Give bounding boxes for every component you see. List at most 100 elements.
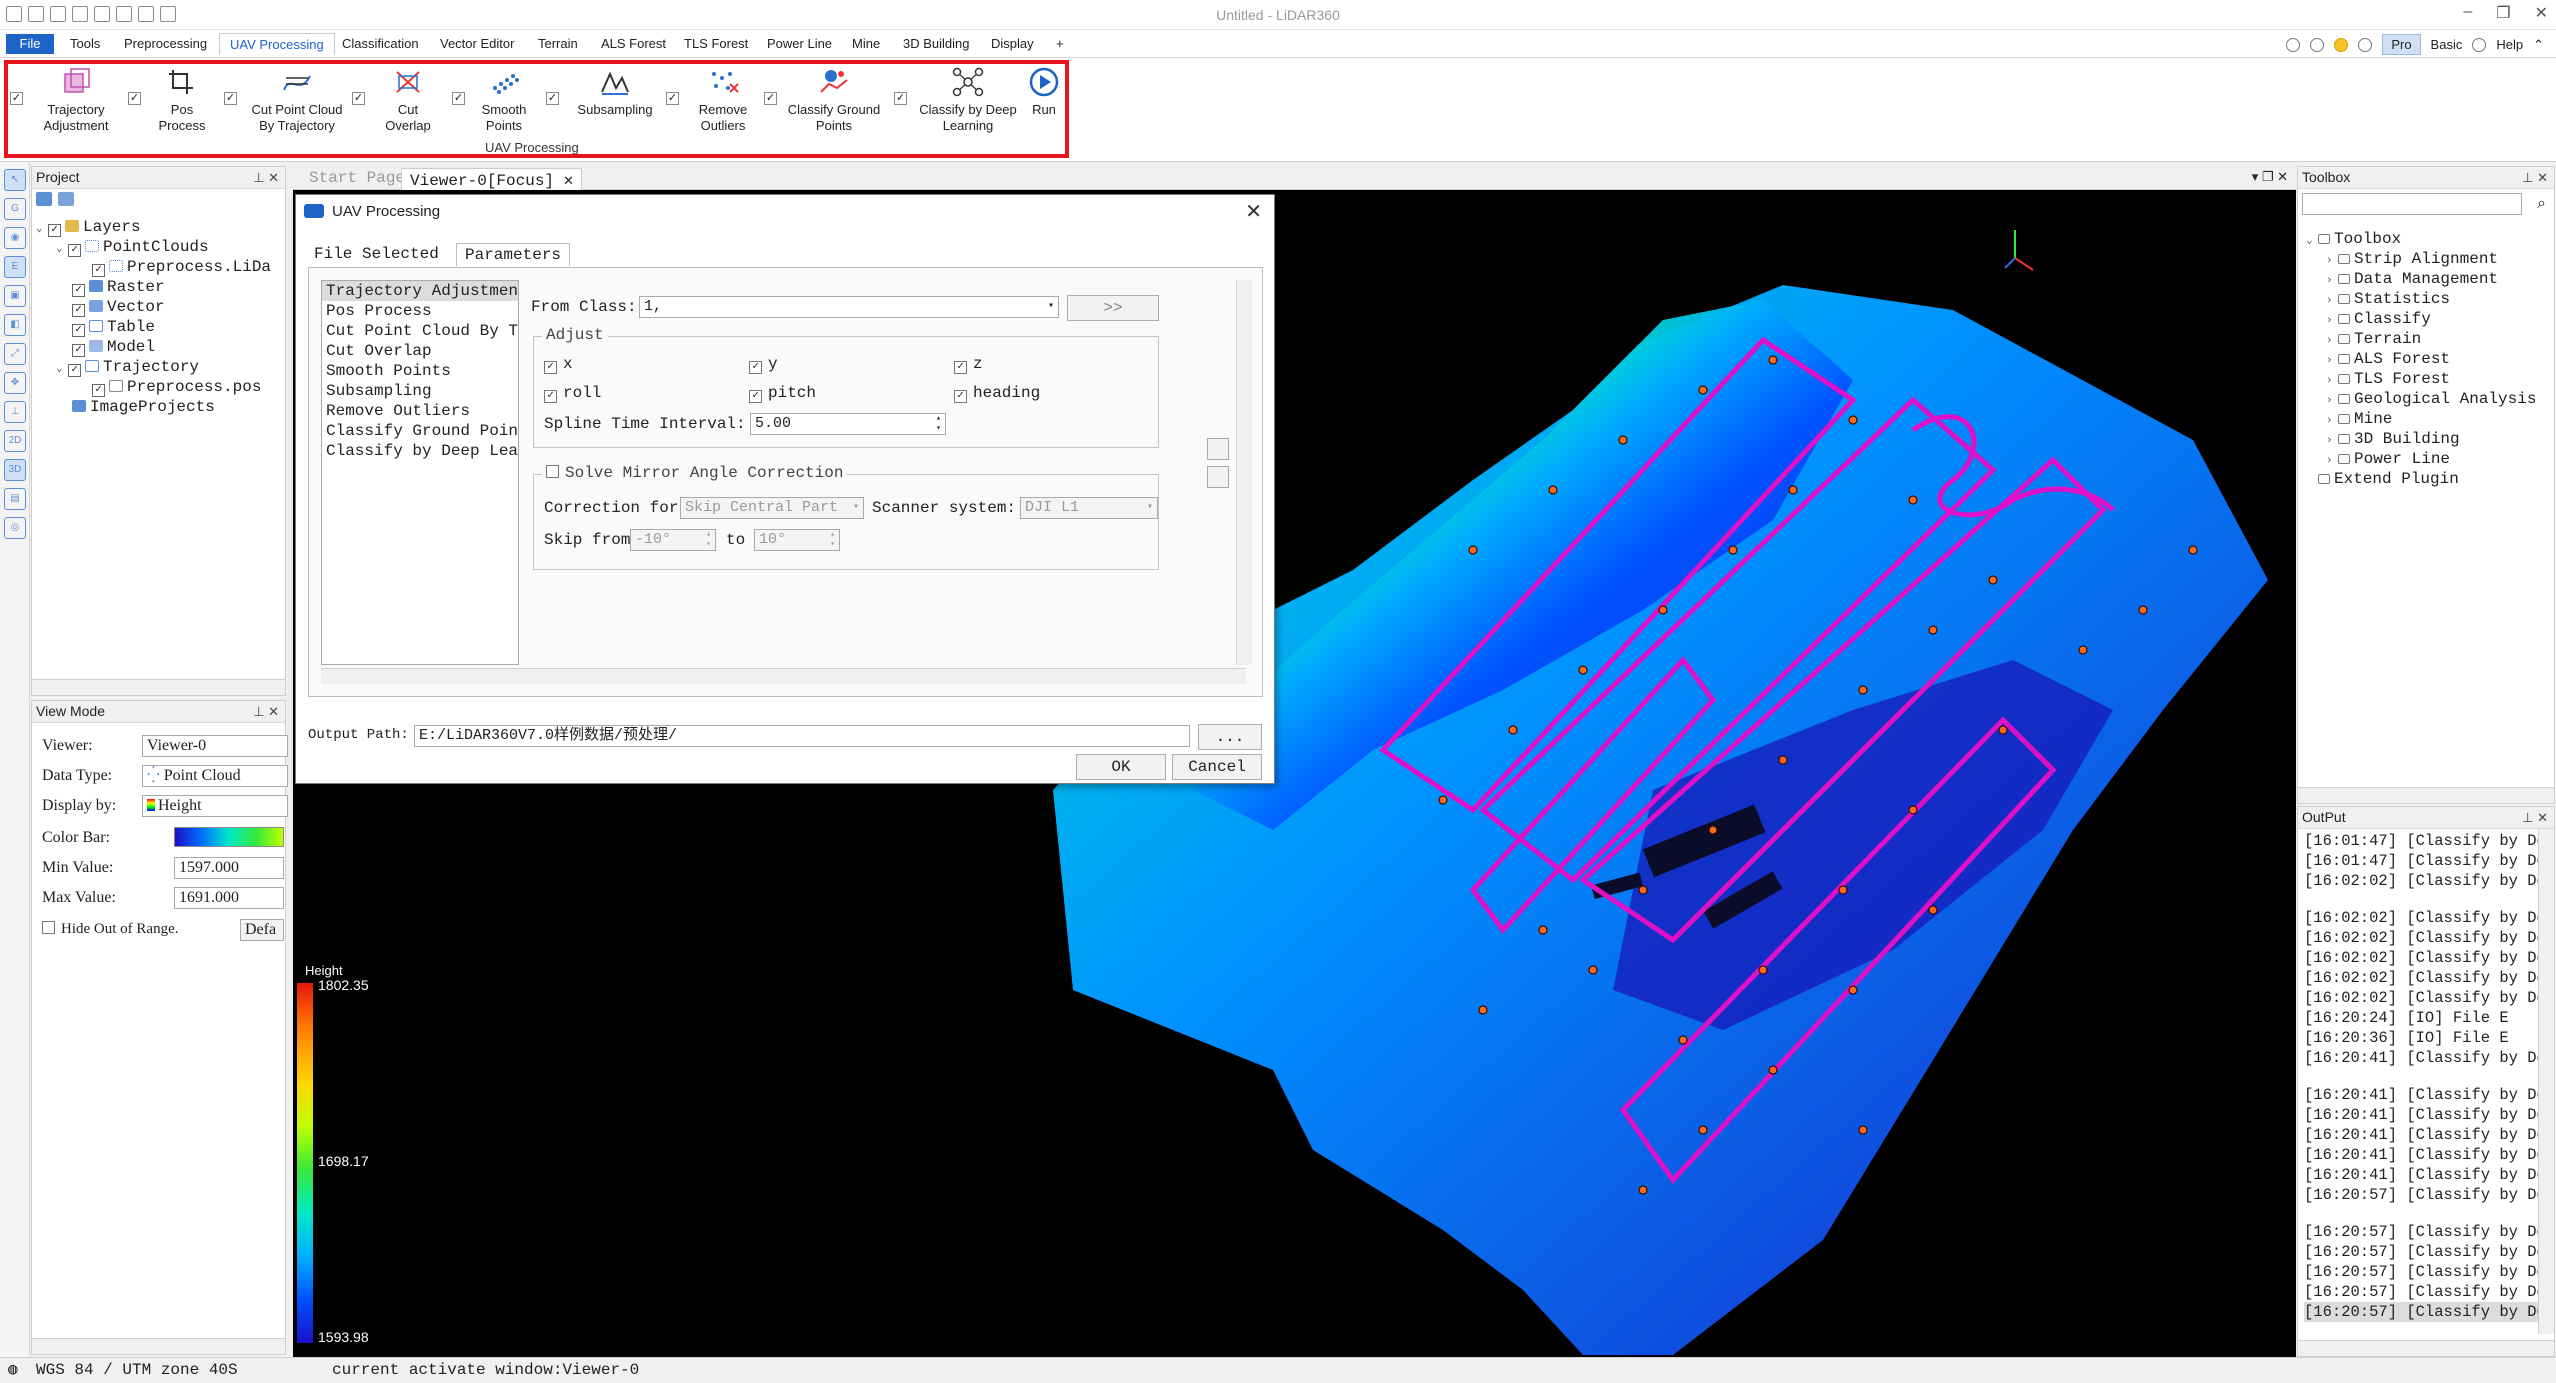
toolbox-classify[interactable]: › Classify bbox=[2298, 309, 2554, 329]
tab-tls-forest[interactable]: TLS Forest bbox=[684, 36, 748, 51]
toolbox-3d-building[interactable]: › 3D Building bbox=[2298, 429, 2554, 449]
browse-button[interactable]: ... bbox=[1198, 724, 1262, 750]
step-cut-by-trajectory[interactable]: Cut Point Cloud By Tra bbox=[322, 321, 518, 341]
tab-3d-building[interactable]: 3D Building bbox=[903, 36, 970, 51]
adjust-pitch-checkbox[interactable]: ✓ pitch bbox=[749, 384, 816, 403]
display-by-select[interactable]: Height bbox=[142, 795, 288, 817]
skip-to-input[interactable]: 10° ▴ ▾ bbox=[754, 529, 840, 551]
layout-icon[interactable] bbox=[2310, 37, 2325, 52]
step-cut-overlap[interactable]: Cut Overlap bbox=[322, 341, 518, 361]
layout-icon[interactable]: ▤ bbox=[4, 488, 26, 510]
toolbox-root[interactable]: ⌄ Toolbox bbox=[2298, 229, 2554, 249]
edl-icon[interactable]: E bbox=[4, 256, 26, 278]
cut-overlap-checkbox[interactable]: ✓ bbox=[352, 92, 365, 105]
smooth-points-button[interactable]: Smooth Points bbox=[474, 66, 534, 134]
import-params-icon[interactable] bbox=[1207, 438, 1229, 460]
toolbox-als-forest[interactable]: › ALS Forest bbox=[2298, 349, 2554, 369]
close-icon[interactable]: ✕ bbox=[2535, 3, 2548, 23]
tab-terrain[interactable]: Terrain bbox=[538, 36, 578, 51]
tree-item-vector[interactable]: ✓ Vector bbox=[32, 297, 285, 317]
trajectory-adjustment-button[interactable]: Trajectory Adjustment bbox=[36, 66, 116, 134]
tree-item-imageprojects[interactable]: ImageProjects bbox=[32, 397, 285, 417]
view-3d-icon[interactable]: 3D bbox=[4, 459, 26, 481]
cut-point-cloud-by-trajectory-button[interactable]: Cut Point Cloud By Trajectory bbox=[244, 66, 350, 134]
trajectory-adjustment-checkbox[interactable]: ✓ bbox=[10, 92, 23, 105]
pos-process-checkbox[interactable]: ✓ bbox=[128, 92, 141, 105]
spline-interval-input[interactable]: 5.00 ▴ ▾ bbox=[750, 413, 946, 435]
crs-label[interactable]: WGS 84 / UTM zone 40S bbox=[36, 1358, 238, 1382]
viewmode-hscroll[interactable] bbox=[32, 1338, 285, 1354]
dialog-titlebar[interactable]: UAV Processing ✕ bbox=[296, 195, 1274, 227]
tree-item-pointcloud-file[interactable]: ✓ Preprocess.LiDa bbox=[32, 257, 285, 277]
glass-icon[interactable]: G bbox=[4, 198, 26, 220]
toolbox-mine[interactable]: › Mine bbox=[2298, 409, 2554, 429]
pointer-icon[interactable]: ↖ bbox=[4, 169, 26, 191]
toolbox-geological-analysis[interactable]: › Geological Analysis bbox=[2298, 389, 2554, 409]
pin-icon[interactable]: ⊥ ✕ bbox=[253, 701, 279, 722]
fit-view-icon[interactable]: ⤢ bbox=[4, 343, 26, 365]
cube-icon[interactable]: ▣ bbox=[4, 285, 26, 307]
adjust-z-checkbox[interactable]: ✓ z bbox=[954, 355, 983, 374]
output-path-input[interactable]: E:/LiDAR360V7.0样例数据/预处理/ bbox=[414, 725, 1190, 747]
tab-start-page[interactable]: Start Page bbox=[301, 168, 413, 188]
settings-icon[interactable] bbox=[2472, 37, 2487, 52]
params-vscroll[interactable] bbox=[1236, 280, 1252, 665]
remove-outliers-checkbox[interactable]: ✓ bbox=[666, 92, 679, 105]
help-menu[interactable]: Help bbox=[2496, 37, 2523, 52]
help-circle-icon[interactable] bbox=[2334, 37, 2349, 52]
minimize-icon[interactable]: ‒ bbox=[2463, 3, 2472, 23]
remove-outliers-button[interactable]: Remove Outliers bbox=[690, 66, 756, 134]
toolbox-strip-alignment[interactable]: › Strip Alignment bbox=[2298, 249, 2554, 269]
axis-icon[interactable]: ⊥ bbox=[4, 401, 26, 423]
viewer-window-controls[interactable]: ▾ ❐ ✕ bbox=[2252, 169, 2288, 185]
max-value-input[interactable]: 1691.000 bbox=[174, 887, 284, 909]
adjust-heading-checkbox[interactable]: ✓ heading bbox=[954, 384, 1040, 403]
tab-uav-processing[interactable]: UAV Processing bbox=[219, 33, 335, 55]
step-smooth-points[interactable]: Smooth Points bbox=[322, 361, 518, 381]
classify-ground-points-button[interactable]: Classify Ground Points bbox=[784, 66, 884, 134]
step-trajectory-adjustment[interactable]: Trajectory Adjustment bbox=[322, 281, 518, 301]
adjust-y-checkbox[interactable]: ✓ y bbox=[749, 355, 778, 374]
step-classify-deep-learning[interactable]: Classify by Deep Learn bbox=[322, 441, 518, 461]
pos-process-button[interactable]: Pos Process bbox=[152, 66, 212, 134]
tab-classification[interactable]: Classification bbox=[342, 36, 419, 51]
tab-mine[interactable]: Mine bbox=[852, 36, 880, 51]
dialog-close-icon[interactable]: ✕ bbox=[1245, 199, 1262, 224]
toolbox-hscroll[interactable] bbox=[2298, 787, 2554, 803]
tab-vector-editor[interactable]: Vector Editor bbox=[440, 36, 514, 51]
tab-add[interactable]: + bbox=[1056, 36, 1064, 51]
pin-icon[interactable]: ⊥ ✕ bbox=[2522, 807, 2548, 828]
cut-overlap-button[interactable]: Cut Overlap bbox=[378, 66, 438, 134]
tree-item-pointclouds[interactable]: ⌄ ✓ PointClouds bbox=[32, 237, 285, 257]
tree-item-table[interactable]: ✓ Table bbox=[32, 317, 285, 337]
tree-item-layers[interactable]: ⌄ ✓ Layers bbox=[32, 217, 285, 237]
step-subsampling[interactable]: Subsampling bbox=[322, 381, 518, 401]
min-value-input[interactable]: 1597.000 bbox=[174, 857, 284, 879]
correction-for-select[interactable]: Skip Central Part ▾ bbox=[680, 497, 864, 519]
tab-viewer-0[interactable]: Viewer-0[Focus] ✕ bbox=[401, 168, 583, 191]
tab-display[interactable]: Display bbox=[991, 36, 1034, 51]
toolbox-power-line[interactable]: › Power Line bbox=[2298, 449, 2554, 469]
chevron-up-icon[interactable]: ⌃ bbox=[2533, 37, 2544, 53]
from-class-button[interactable]: >> bbox=[1067, 295, 1159, 321]
tab-preprocessing[interactable]: Preprocessing bbox=[124, 36, 207, 51]
search-icon[interactable]: ⌕ bbox=[2537, 195, 2546, 213]
step-remove-outliers[interactable]: Remove Outliers bbox=[322, 401, 518, 421]
toolbox-tls-forest[interactable]: › TLS Forest bbox=[2298, 369, 2554, 389]
scanner-system-select[interactable]: DJI L1 ▾ bbox=[1020, 497, 1158, 519]
camera-icon[interactable]: ◎ bbox=[4, 517, 26, 539]
tree-item-model[interactable]: ✓ Model bbox=[32, 337, 285, 357]
box-icon[interactable]: ◧ bbox=[4, 314, 26, 336]
params-hscroll[interactable] bbox=[321, 668, 1246, 684]
from-class-select[interactable]: 1, ▾ bbox=[639, 296, 1059, 318]
viewer-select[interactable]: Viewer-0 bbox=[142, 735, 288, 757]
ok-button[interactable]: OK bbox=[1076, 754, 1166, 780]
tab-file[interactable]: File bbox=[6, 34, 54, 54]
step-pos-process[interactable]: Pos Process bbox=[322, 301, 518, 321]
pin-icon[interactable]: ⊥ ✕ bbox=[253, 167, 279, 188]
cut-by-trajectory-checkbox[interactable]: ✓ bbox=[224, 92, 237, 105]
tree-item-pos-file[interactable]: ✓ Preprocess.pos bbox=[32, 377, 285, 397]
pro-mode-button[interactable]: Pro bbox=[2382, 34, 2421, 55]
eye-icon[interactable]: ◉ bbox=[4, 227, 26, 249]
toolbox-terrain[interactable]: › Terrain bbox=[2298, 329, 2554, 349]
